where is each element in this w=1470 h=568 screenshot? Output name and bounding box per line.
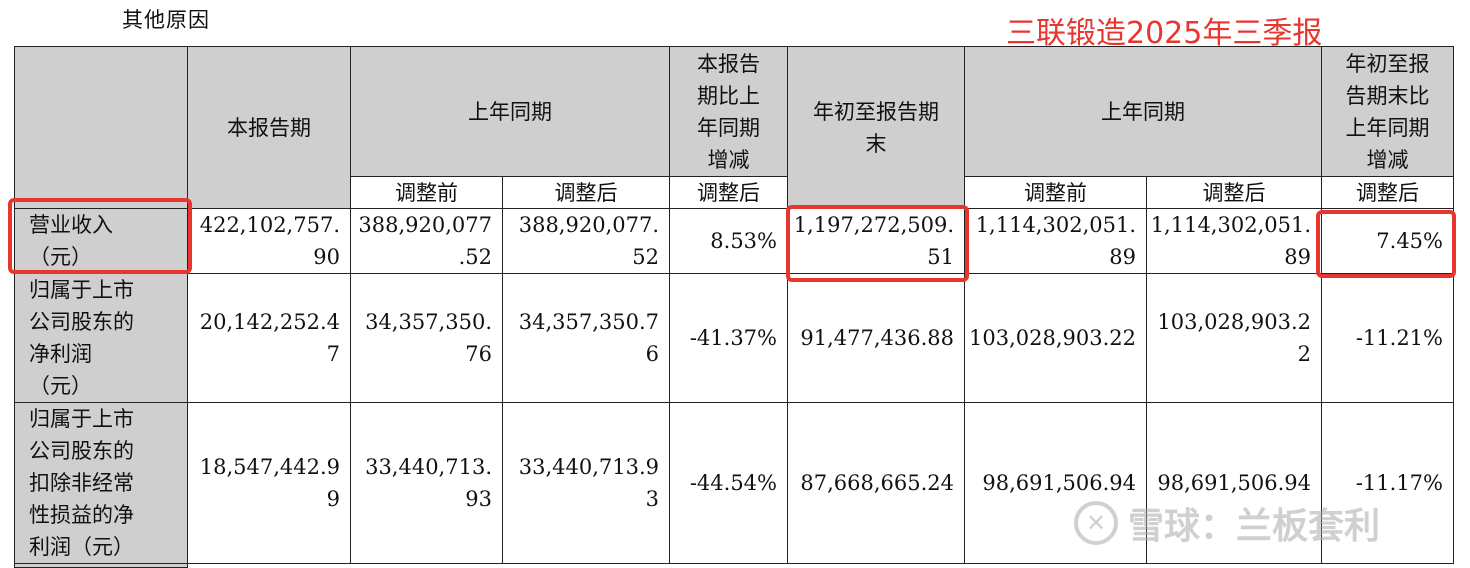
watermark: ✕ 雪球：兰板套利 <box>1074 497 1380 549</box>
subheader-ytd-change-after-adjustment: 调整后 <box>1321 176 1454 209</box>
subheader-change-after-adjustment: 调整后 <box>669 176 788 209</box>
row-label-net-profit: 归属于上市 公司股东的 净利润 （元） <box>14 273 188 403</box>
subheader-ytd-before-adjustment: 调整前 <box>964 176 1147 209</box>
header-current-change: 本报告 期比上 年同期 增减 <box>669 46 788 177</box>
top-label: 其他原因 <box>122 8 210 32</box>
subheader-after-adjustment: 调整后 <box>502 176 670 209</box>
snowball-logo-icon: ✕ <box>1074 501 1118 545</box>
header-current-period: 本报告期 <box>187 46 351 209</box>
table-cell: 1,197,272,509. 51 <box>787 208 965 274</box>
table-cell: 1,114,302,051. 89 <box>964 208 1147 274</box>
table-cell: 422,102,757. 90 <box>187 208 351 274</box>
table-cell: -11.21% <box>1321 273 1454 403</box>
table-cell: 388,920,077. 52 <box>502 208 670 274</box>
row-label-next <box>14 563 188 568</box>
table-cell: 91,477,436.88 <box>787 273 965 403</box>
table-cell: 33,440,713.9 3 <box>502 402 670 564</box>
table-cell: 1,114,302,051. 89 <box>1146 208 1322 274</box>
header-ytd-change: 年初至报 告期末比 上年同期 增减 <box>1321 46 1454 177</box>
table-cell: 34,357,350. 76 <box>350 273 503 403</box>
table-cell: 18,547,442.9 9 <box>187 402 351 564</box>
table-cell: -44.54% <box>669 402 788 564</box>
header-ytd: 年初至报告期 末 <box>787 46 965 209</box>
row-label-deducted-net-profit: 归属于上市 公司股东的 扣除非经常 性损益的净 利润（元） <box>14 402 188 564</box>
table-cell: 8.53% <box>669 208 788 274</box>
table-cell: 33,440,713. 93 <box>350 402 503 564</box>
header-prior-year-ytd: 上年同期 <box>964 46 1322 177</box>
row-label-revenue: 营业收入 （元） <box>14 208 188 274</box>
watermark-text: 雪球：兰板套利 <box>1128 506 1381 547</box>
header-corner <box>14 46 188 209</box>
table-cell: 20,142,252.4 7 <box>187 273 351 403</box>
table-cell: 103,028,903.2 2 <box>1146 273 1322 403</box>
table-cell: 34,357,350.7 6 <box>502 273 670 403</box>
header-prior-year: 上年同期 <box>350 46 670 177</box>
subheader-ytd-after-adjustment: 调整后 <box>1146 176 1322 209</box>
table-cell: 388,920,077 .52 <box>350 208 503 274</box>
table-cell: 87,668,665.24 <box>787 402 965 564</box>
table-cell: 103,028,903.22 <box>964 273 1147 403</box>
table-cell: 7.45% <box>1321 208 1454 274</box>
table-cell: -41.37% <box>669 273 788 403</box>
subheader-before-adjustment: 调整前 <box>350 176 503 209</box>
